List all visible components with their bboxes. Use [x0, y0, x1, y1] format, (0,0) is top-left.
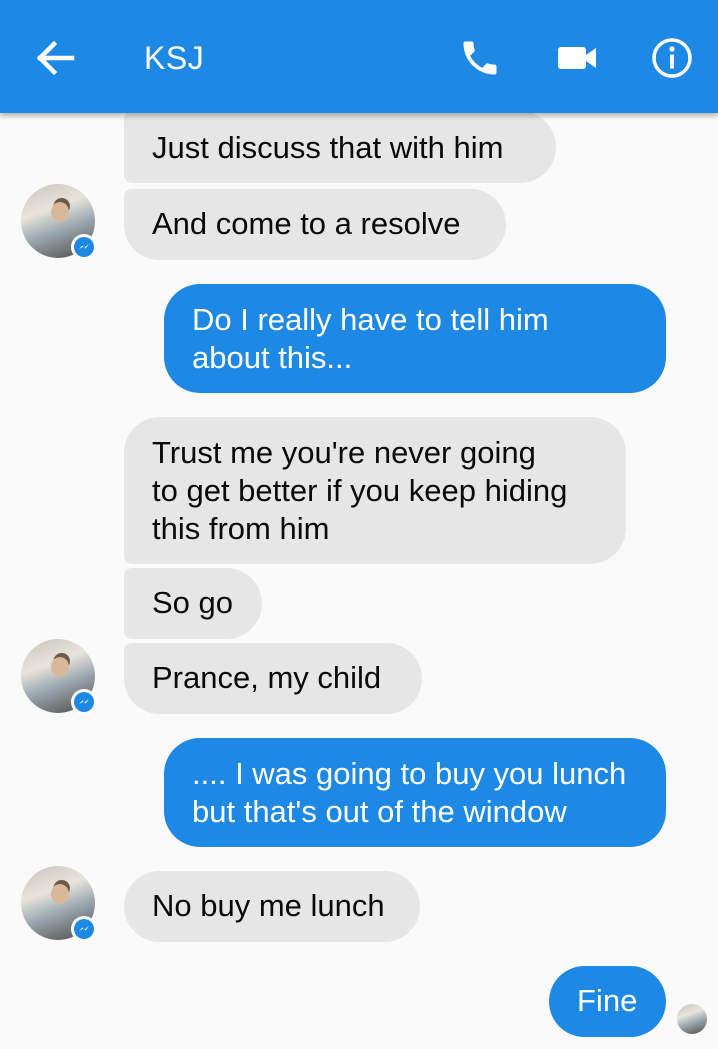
video-camera-icon: [558, 47, 596, 69]
message-bubble-outgoing[interactable]: Fine: [549, 966, 666, 1037]
message-text: No buy me lunch: [152, 888, 385, 923]
message-text-line: about this...: [192, 340, 353, 375]
message-text: And come to a resolve: [152, 206, 461, 241]
message-bubble-incoming[interactable]: Trust me you're never going to get bette…: [124, 417, 626, 564]
phone-icon: [463, 41, 497, 75]
message-text-line: Do I really have to tell him: [192, 302, 549, 337]
video-call-button[interactable]: [552, 38, 602, 78]
message-text-line: .... I was going to buy you lunch: [192, 756, 627, 791]
message-bubble-incoming[interactable]: No buy me lunch: [124, 871, 420, 942]
message-text-line: Trust me you're never going: [152, 435, 536, 470]
contact-avatar[interactable]: [21, 184, 97, 260]
info-button[interactable]: [648, 34, 696, 82]
messenger-icon: [79, 926, 89, 931]
messenger-badge: [71, 689, 97, 715]
message-text-line: but that's out of the window: [192, 794, 567, 829]
message-bubble-incoming[interactable]: So go: [124, 568, 262, 639]
messenger-icon: [79, 699, 89, 704]
message-bubble-incoming[interactable]: Prance, my child: [124, 643, 422, 714]
read-receipt-avatar: [677, 1004, 707, 1034]
message-bubble-incoming[interactable]: And come to a resolve: [124, 189, 506, 260]
message-text-line: this from him: [152, 511, 330, 546]
message-text: So go: [152, 585, 234, 620]
message-list[interactable]: Just discuss that with him And come to a…: [0, 113, 718, 1049]
top-app-bar: KSJ: [0, 0, 718, 113]
messenger-badge: [71, 916, 97, 942]
messenger-icon: [79, 244, 89, 249]
message-text: Just discuss that with him: [152, 130, 504, 165]
contact-avatar[interactable]: [21, 639, 97, 715]
conversation-title[interactable]: KSJ: [144, 38, 204, 78]
call-button[interactable]: [455, 36, 505, 80]
back-button[interactable]: [30, 34, 82, 82]
message-bubble-incoming[interactable]: Just discuss that with him: [124, 113, 556, 183]
contact-avatar[interactable]: [21, 866, 97, 942]
avatar-face: [51, 884, 69, 904]
message-bubble-outgoing[interactable]: Do I really have to tell him about this.…: [164, 284, 666, 393]
info-icon: [652, 38, 692, 78]
avatar-face: [51, 657, 69, 677]
message-bubble-outgoing[interactable]: .... I was going to buy you lunch but th…: [164, 738, 666, 847]
arrow-left-icon: [36, 40, 75, 76]
message-text: Fine: [577, 983, 638, 1018]
message-text: Prance, my child: [152, 660, 382, 695]
message-text-line: to get better if you keep hiding: [152, 473, 568, 508]
messenger-badge: [71, 234, 97, 260]
avatar-face: [51, 202, 69, 222]
